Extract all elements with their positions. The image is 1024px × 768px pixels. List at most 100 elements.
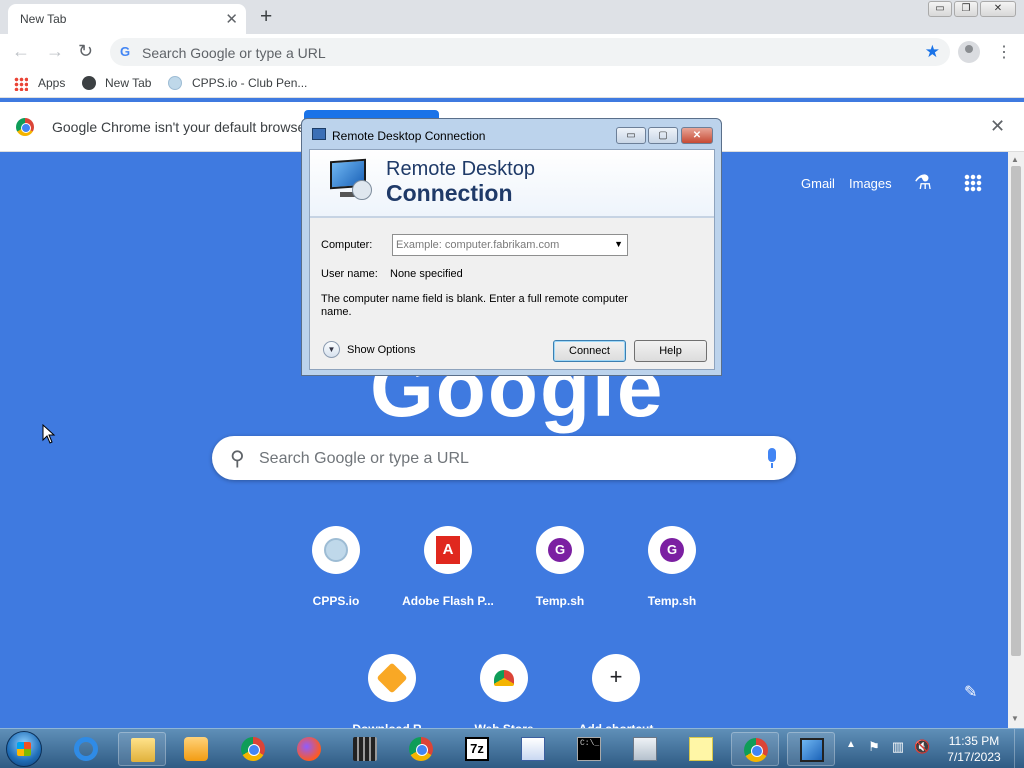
- shortcut-icon-circle: G: [536, 526, 584, 574]
- taskbar-file-explorer[interactable]: [118, 732, 166, 766]
- cpps-icon: [168, 76, 182, 90]
- bookmark-new-tab[interactable]: New Tab: [105, 76, 151, 90]
- taskbar-calculator[interactable]: [621, 732, 669, 766]
- internet-explorer-icon: [74, 737, 98, 761]
- shortcut-tile[interactable]: A Adobe Flash P...: [392, 526, 504, 608]
- tab-close-icon[interactable]: ✕: [225, 10, 238, 28]
- taskbar-sticky-notes[interactable]: [677, 732, 725, 766]
- taskbar-remote-desktop[interactable]: [787, 732, 835, 766]
- tab-new-tab[interactable]: New Tab ✕: [8, 4, 246, 34]
- restore-window-button[interactable]: ❐: [954, 1, 978, 17]
- shortcut-tile[interactable]: Download R...: [336, 654, 448, 736]
- computer-label: Computer:: [321, 239, 373, 251]
- taskbar-command-prompt[interactable]: C:\_: [565, 732, 613, 766]
- network-icon[interactable]: ▥: [890, 739, 906, 755]
- rdc-maximize-button[interactable]: ▢: [648, 127, 678, 144]
- combo-dropdown-arrow-icon[interactable]: ▼: [614, 239, 623, 249]
- bookmark-apps[interactable]: Apps: [38, 76, 65, 90]
- taskbar-chrome[interactable]: [229, 732, 277, 766]
- profile-avatar-icon[interactable]: [958, 41, 980, 63]
- infobar-close-icon[interactable]: ✕: [990, 116, 1005, 137]
- shortcut-label: CPPS.io: [312, 594, 360, 608]
- rdc-close-button[interactable]: ✕: [681, 127, 713, 144]
- start-button[interactable]: [6, 731, 42, 767]
- volume-muted-icon[interactable]: 🔇: [914, 739, 930, 755]
- show-desktop-button[interactable]: [1014, 729, 1024, 768]
- username-value: None specified: [390, 268, 463, 280]
- taskbar-window-app[interactable]: [509, 732, 557, 766]
- plus-icon: +: [609, 664, 623, 689]
- chrome-icon: [409, 737, 433, 761]
- computer-combobox[interactable]: ▼: [392, 234, 628, 256]
- forward-button[interactable]: →: [46, 41, 64, 62]
- show-hidden-icons-arrow-icon[interactable]: ▲: [846, 739, 856, 750]
- page-scrollbar[interactable]: ▲ ▼: [1008, 152, 1024, 728]
- shortcut-icon-circle: [312, 526, 360, 574]
- 7zip-icon: 7z: [465, 737, 489, 761]
- system-clock[interactable]: 11:35 PM 7/17/2023: [938, 733, 1010, 765]
- show-options-chevron-icon[interactable]: ▼: [323, 341, 340, 358]
- shortcut-icon-circle: A: [424, 526, 472, 574]
- g-icon: G: [548, 538, 572, 562]
- connect-button[interactable]: Connect: [553, 340, 626, 362]
- taskbar-internet-explorer[interactable]: [62, 732, 110, 766]
- apps-grid-icon: [14, 77, 28, 91]
- rdc-body: Remote Desktop Connection Computer: ▼ Us…: [309, 149, 715, 370]
- microphone-icon[interactable]: [768, 448, 776, 468]
- taskbar-media-player[interactable]: [172, 732, 220, 766]
- action-center-flag-icon[interactable]: ⚑: [866, 739, 882, 755]
- back-button[interactable]: ←: [12, 41, 30, 62]
- sticky-notes-icon: [689, 737, 713, 761]
- bookmark-star-icon[interactable]: ★: [925, 42, 940, 62]
- images-link[interactable]: Images: [849, 176, 892, 191]
- adobe-icon: A: [436, 536, 460, 564]
- scroll-down-arrow-icon[interactable]: ▼: [1011, 714, 1019, 723]
- google-g-icon: G: [120, 44, 131, 59]
- shortcut-tile[interactable]: G Temp.sh: [616, 526, 728, 608]
- close-window-button[interactable]: ✕: [980, 1, 1016, 17]
- calculator-icon: [633, 737, 657, 761]
- show-options-link[interactable]: Show Options: [347, 344, 415, 356]
- clock-time: 11:35 PM: [948, 734, 1000, 748]
- chrome-icon: [744, 738, 768, 762]
- chrome-logo-icon: [16, 118, 34, 136]
- shortcut-tile[interactable]: + Add shortcut: [560, 654, 672, 736]
- shortcut-tile[interactable]: G Temp.sh: [504, 526, 616, 608]
- gmail-link[interactable]: Gmail: [801, 176, 835, 191]
- new-tab-button[interactable]: +: [260, 5, 272, 29]
- shortcut-label: Adobe Flash P...: [402, 594, 494, 608]
- remote-desktop-monitor-icon: [328, 158, 372, 200]
- reload-button[interactable]: ↻: [78, 41, 93, 62]
- computer-input[interactable]: [394, 236, 606, 254]
- taskbar-chrome-active[interactable]: [731, 732, 779, 766]
- google-apps-icon[interactable]: [964, 174, 982, 192]
- browser-toolbar: ← → ↻ G Search Google or type a URL ★ ⋮: [0, 34, 1024, 70]
- remote-desktop-dialog: Remote Desktop Connection ▭ ▢ ✕ Remote D…: [301, 118, 722, 376]
- shortcut-tile[interactable]: Web Store: [448, 654, 560, 736]
- file-explorer-icon: [131, 738, 155, 762]
- omnibox[interactable]: G Search Google or type a URL ★: [110, 38, 950, 66]
- taskbar-7zip[interactable]: 7z: [453, 732, 501, 766]
- rdc-title-icon: [312, 128, 326, 140]
- shortcut-icon-circle: [368, 654, 416, 702]
- taskbar-movie-maker[interactable]: [341, 732, 389, 766]
- shortcut-tile[interactable]: CPPS.io: [280, 526, 392, 608]
- taskbar-firefox[interactable]: [285, 732, 333, 766]
- minimize-window-button[interactable]: ▭: [928, 1, 952, 17]
- rdc-minimize-button[interactable]: ▭: [616, 127, 646, 144]
- clock-date: 7/17/2023: [947, 750, 1001, 764]
- bookmarks-bar: Apps New Tab CPPS.io - Club Pen...: [0, 70, 1024, 98]
- bookmark-cpps[interactable]: CPPS.io - Club Pen...: [192, 76, 307, 90]
- customize-pencil-icon[interactable]: ✎: [964, 682, 977, 702]
- cpps-icon: [324, 538, 348, 562]
- scroll-up-arrow-icon[interactable]: ▲: [1011, 155, 1019, 164]
- help-button[interactable]: Help: [634, 340, 707, 362]
- chrome-menu-icon[interactable]: ⋮: [996, 42, 1012, 62]
- shortcut-label: Temp.sh: [647, 594, 697, 608]
- scrollbar-thumb[interactable]: [1011, 166, 1021, 656]
- rdc-title-bar[interactable]: Remote Desktop Connection ▭ ▢ ✕: [302, 119, 721, 149]
- labs-flask-icon[interactable]: ⚗: [914, 170, 932, 195]
- tab-strip: New Tab ✕ + ▭ ❐ ✕: [0, 0, 1024, 34]
- taskbar-chrome[interactable]: [397, 732, 445, 766]
- ntp-search-box[interactable]: ⚲ Search Google or type a URL: [212, 436, 796, 480]
